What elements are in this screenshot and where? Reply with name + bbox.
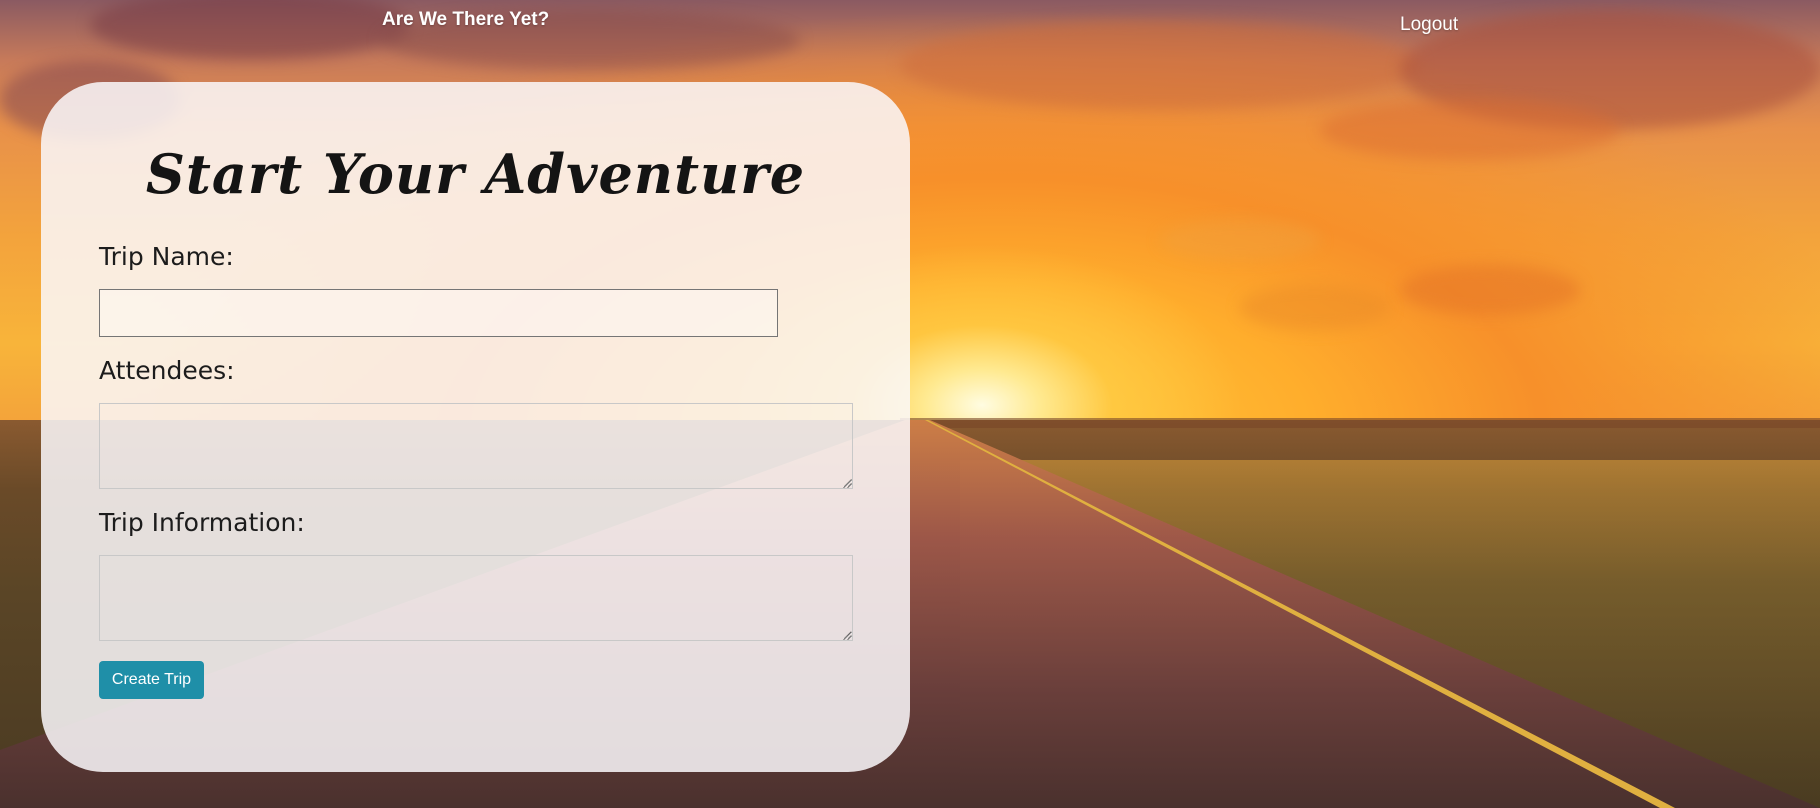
attendees-label: Attendees: (99, 356, 235, 385)
resize-handle-icon[interactable] (842, 630, 852, 640)
brand-link[interactable]: Are We There Yet? (382, 9, 549, 31)
horizon-line (900, 418, 1820, 428)
trip-information-label: Trip Information: (99, 508, 305, 537)
form-title: Start Your Adventure (145, 142, 806, 206)
create-trip-button[interactable]: Create Trip (99, 661, 204, 699)
cloud (1320, 100, 1620, 160)
cloud (1240, 285, 1390, 330)
trip-name-input[interactable] (99, 289, 778, 337)
navbar: Are We There Yet? Logout (0, 0, 1820, 44)
trip-information-textarea[interactable] (99, 555, 853, 641)
attendees-textarea[interactable] (99, 403, 853, 489)
logout-link[interactable]: Logout (1400, 14, 1458, 36)
cloud (1400, 265, 1580, 315)
resize-handle-icon[interactable] (842, 478, 852, 488)
trip-name-label: Trip Name: (99, 242, 234, 271)
cloud (1160, 220, 1320, 260)
create-trip-card: Start Your Adventure Trip Name: Attendee… (41, 82, 910, 772)
